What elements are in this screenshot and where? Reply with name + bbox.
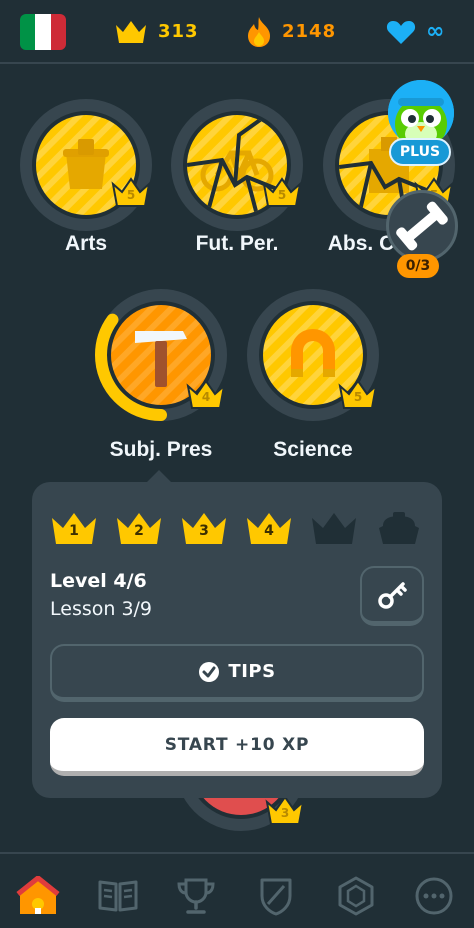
dumbbell-icon — [396, 201, 448, 251]
more-icon — [415, 877, 453, 915]
start-lesson-button[interactable]: START +10 XP — [50, 718, 424, 776]
skill-label-subj-pres[interactable]: Subj. Pres — [81, 438, 241, 462]
hearts-count: ∞ — [426, 19, 446, 44]
skill-science[interactable]: 5 — [246, 288, 380, 422]
tips-button[interactable]: TIPS — [50, 644, 424, 702]
nav-home[interactable] — [16, 876, 60, 916]
fire-icon — [248, 17, 270, 47]
crown-level-badge: 4 — [186, 378, 226, 410]
plus-label: PLUS — [389, 138, 451, 166]
practice-count-badge: 0/3 — [397, 254, 439, 278]
crown-level-badge: 5 — [338, 378, 378, 410]
crown-level-badge: 5 — [262, 176, 302, 208]
heart-icon — [386, 21, 416, 44]
nav-shield[interactable] — [254, 876, 298, 916]
home-icon — [16, 876, 60, 914]
stories-book-icon — [98, 880, 138, 912]
nav-more[interactable] — [412, 876, 456, 916]
bottom-nav — [0, 852, 474, 928]
level-crown-1: 1 — [50, 510, 98, 546]
skill-label-science[interactable]: Science — [233, 438, 393, 462]
nav-leaderboard[interactable] — [174, 876, 218, 916]
skill-subj-pres[interactable]: 4 — [94, 288, 228, 422]
level-crown-2: 2 — [115, 510, 163, 546]
level-crown-4: 4 — [245, 510, 293, 546]
crowns-stat[interactable]: 313 — [114, 14, 199, 50]
level-crown-3: 3 — [180, 510, 228, 546]
nav-shop[interactable] — [334, 876, 378, 916]
lesson-progress-text: Lesson 3/9 — [50, 598, 153, 620]
key-icon — [378, 581, 407, 609]
level-crown-5 — [310, 510, 358, 546]
tips-label: TIPS — [228, 661, 276, 682]
skill-popover: 1 2 3 4 Level 4/6 Lesson 3/9 TIPS START … — [32, 482, 442, 798]
crown-level-badge: 3 — [265, 794, 305, 826]
top-bar: 313 2148 ∞ — [0, 0, 474, 64]
skill-label-fut-per[interactable]: Fut. Per. — [157, 232, 317, 256]
crown-level-badge: 5 — [111, 176, 151, 208]
italy-flag-icon[interactable] — [20, 14, 66, 50]
leaderboard-trophy-icon — [177, 878, 215, 914]
skill-label-arts[interactable]: Arts — [6, 232, 166, 256]
skill-fut-per[interactable]: 5 — [170, 98, 304, 232]
level-crowns: 1 2 3 4 — [50, 510, 424, 548]
shop-gem-icon — [338, 876, 374, 916]
shield-icon — [260, 878, 292, 916]
practice-button[interactable] — [386, 190, 458, 262]
crown-icon — [116, 21, 146, 43]
legendary-trophy-icon — [375, 510, 423, 546]
nav-stories[interactable] — [96, 876, 140, 916]
check-circle-icon — [199, 661, 220, 682]
plus-button[interactable]: PLUS — [385, 80, 457, 170]
streak-stat[interactable]: 2148 — [246, 14, 336, 50]
crowns-count: 313 — [158, 21, 199, 42]
owl-mascot-icon — [388, 80, 454, 146]
level-title: Level 4/6 — [50, 570, 147, 592]
test-out-key-button[interactable] — [360, 566, 424, 626]
skill-arts[interactable]: 5 — [19, 98, 153, 232]
hearts-stat[interactable]: ∞ — [386, 14, 445, 50]
streak-count: 2148 — [282, 21, 337, 42]
